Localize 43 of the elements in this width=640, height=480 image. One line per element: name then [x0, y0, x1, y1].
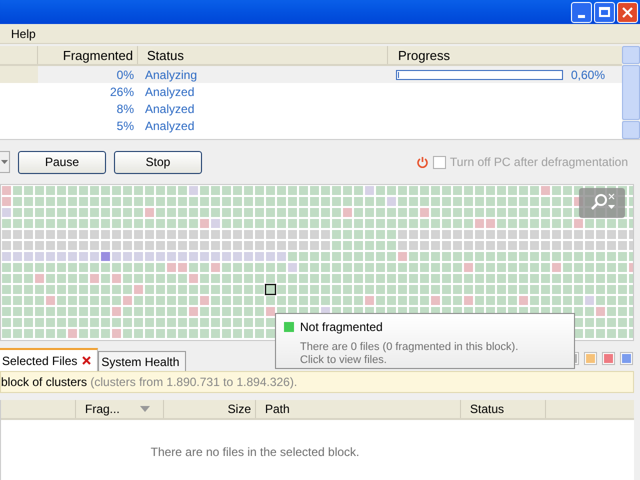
- legend-swatch[interactable]: [585, 353, 596, 364]
- cluster-map-drawing[interactable]: [1, 185, 633, 340]
- tooltip-text: Click to view files.: [299, 354, 388, 367]
- empty-message: There are no files in the selected block.: [150, 444, 360, 461]
- tab[interactable]: Selected Files: [0, 348, 98, 371]
- legend-swatch[interactable]: [621, 353, 632, 364]
- selected-cluster-marker: [264, 284, 276, 296]
- column-header[interactable]: Status: [461, 400, 546, 418]
- close-icon: [622, 6, 633, 18]
- checkbox[interactable]: [432, 156, 446, 168]
- stop-button[interactable]: Stop: [114, 150, 202, 174]
- progress-reading: 0,60%: [571, 66, 606, 84]
- column-header[interactable]: Status: [138, 46, 388, 64]
- table-cell-text: Analyzing: [144, 66, 198, 84]
- dropdown-arrow[interactable]: [0, 151, 10, 173]
- column-header[interactable]: Frag...: [76, 400, 164, 418]
- legend-swatch[interactable]: [603, 353, 614, 364]
- column-header[interactable]: Size: [164, 400, 256, 418]
- info-text: block of clusters (clusters from 1.890.731 to 1.894.326).: [1, 374, 298, 391]
- column-header[interactable]: Progress: [388, 46, 622, 64]
- table-cell-text: Analyzed: [144, 118, 196, 134]
- menu-item[interactable]: Help: [6, 24, 41, 42]
- sort-arrow-icon: [140, 406, 150, 412]
- minimize-button[interactable]: [571, 2, 592, 22]
- maximize-button[interactable]: [594, 2, 615, 22]
- tooltip-text: There are 0 files (0 fragmented in this block).: [299, 341, 520, 354]
- zoom-control[interactable]: [579, 188, 625, 218]
- pause-button[interactable]: Pause: [18, 150, 106, 174]
- table-cell-text: 8%: [116, 100, 135, 118]
- drive-row[interactable]: 0% Analyzing 0,60%: [0, 66, 622, 83]
- scrollbar[interactable]: [622, 46, 640, 139]
- close-button[interactable]: [617, 2, 638, 22]
- table-cell-text: 26%: [108, 84, 135, 100]
- close-icon[interactable]: [82, 356, 92, 365]
- table-cell-text: Analyzed: [144, 84, 196, 100]
- table-cell-text: 0%: [116, 66, 135, 84]
- power-icon: [416, 156, 429, 168]
- tooltip-title: Not fragmented: [300, 319, 383, 336]
- tab[interactable]: System Health: [98, 351, 186, 371]
- column-header[interactable]: Path: [256, 400, 461, 418]
- column-header[interactable]: Fragmented: [38, 46, 138, 64]
- table-cell-text: 5%: [116, 118, 135, 134]
- table-cell-text: Analyzed: [144, 100, 196, 118]
